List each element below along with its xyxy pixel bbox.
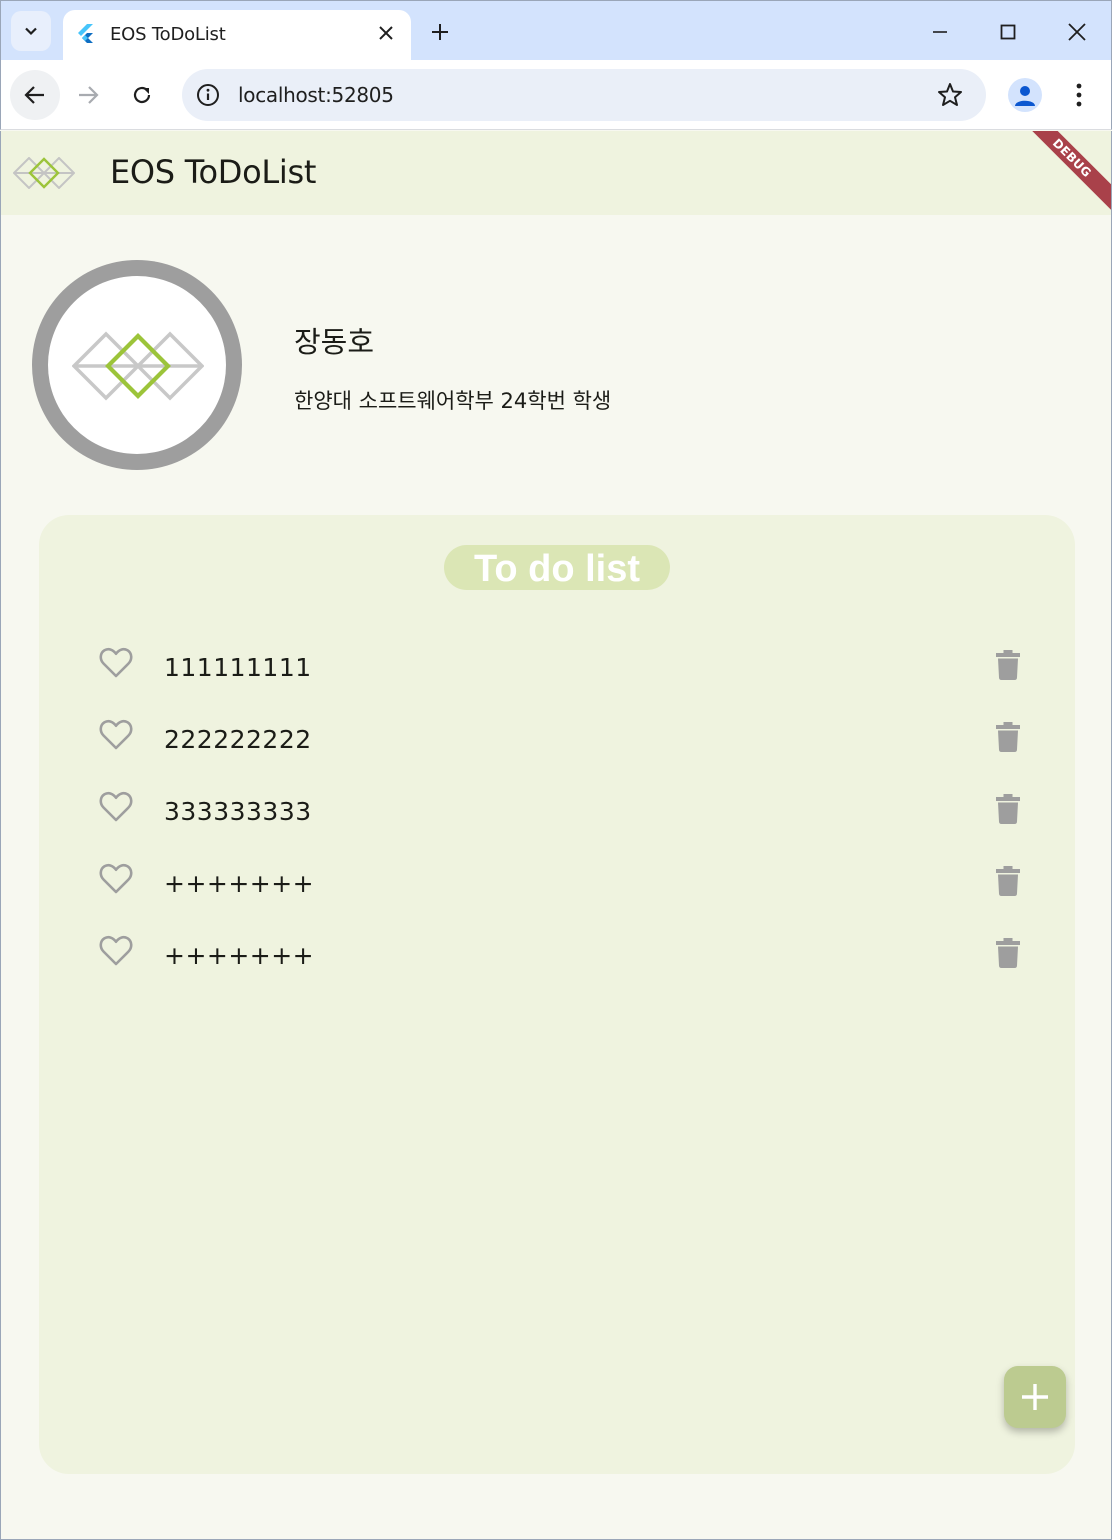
arrow-left-icon (24, 86, 44, 104)
app-bar: EOS ToDoList DEBUG (0, 131, 1112, 215)
app-body: 장동호 한양대 소프트웨어학부 24학번 학생 To do list 11111… (0, 215, 1112, 1540)
todo-item: +++++++ (39, 851, 1075, 923)
reload-icon (133, 86, 151, 104)
todo-list: 111111111 222222222 333333333 +++++++ ++ (39, 635, 1075, 995)
trash-icon[interactable] (996, 650, 1020, 680)
avatar (32, 260, 242, 470)
todo-item-text: 111111111 (164, 653, 312, 682)
todo-item: 222222222 (39, 707, 1075, 779)
chevron-down-icon (25, 27, 37, 36)
browser-tab-active[interactable]: EOS ToDoList (63, 10, 411, 61)
new-tab-button[interactable] (427, 19, 453, 45)
close-icon (379, 26, 393, 40)
todo-item: 111111111 (39, 635, 1075, 707)
heart-outline-icon[interactable] (99, 719, 133, 751)
profile-name: 장동호 (294, 325, 375, 359)
todo-item-text: 222222222 (164, 725, 312, 754)
browser-menu-button[interactable] (1065, 80, 1093, 110)
reload-button[interactable] (117, 70, 167, 120)
window-maximize-button[interactable] (993, 17, 1023, 47)
bookmark-star-icon[interactable] (936, 81, 964, 109)
debug-banner: DEBUG (1012, 131, 1111, 215)
flutter-icon (78, 24, 93, 43)
arrow-right-icon (79, 86, 99, 104)
trash-icon[interactable] (996, 938, 1020, 968)
person-icon (1015, 86, 1035, 106)
back-button[interactable] (10, 70, 60, 120)
todo-title: To do list (444, 545, 670, 590)
plus-icon (1022, 1384, 1048, 1410)
app-title: EOS ToDoList (110, 153, 317, 191)
avatar-inner (48, 276, 226, 454)
todo-item-text: +++++++ (164, 941, 315, 970)
eos-logo-icon (13, 157, 75, 189)
add-todo-button[interactable] (1004, 1366, 1066, 1428)
maximize-icon (1000, 24, 1016, 40)
url-text[interactable]: localhost:52805 (238, 83, 394, 107)
eos-logo-icon (72, 331, 204, 401)
forward-button[interactable] (63, 70, 113, 120)
browser-toolbar: localhost:52805 (0, 60, 1112, 130)
info-icon[interactable] (196, 83, 220, 107)
heart-outline-icon[interactable] (99, 863, 133, 895)
profile-description: 한양대 소프트웨어학부 24학번 학생 (294, 389, 612, 413)
tab-close-button[interactable] (375, 22, 397, 44)
heart-outline-icon[interactable] (99, 647, 133, 679)
trash-icon[interactable] (996, 722, 1020, 752)
todo-card: To do list 111111111 222222222 333333333… (39, 515, 1075, 1474)
address-bar[interactable]: localhost:52805 (182, 69, 986, 121)
minimize-icon (933, 31, 947, 33)
todo-item: +++++++ (39, 923, 1075, 995)
trash-icon[interactable] (996, 866, 1020, 896)
trash-icon[interactable] (996, 794, 1020, 824)
profile-button[interactable] (1008, 78, 1042, 112)
window-minimize-button[interactable] (925, 17, 955, 47)
todo-item-text: 333333333 (164, 797, 312, 826)
tab-search-button[interactable] (11, 11, 51, 51)
window-close-button[interactable] (1062, 17, 1092, 47)
heart-outline-icon[interactable] (99, 935, 133, 967)
todo-item: 333333333 (39, 779, 1075, 851)
heart-outline-icon[interactable] (99, 791, 133, 823)
tab-title: EOS ToDoList (110, 24, 226, 45)
plus-icon (432, 24, 448, 40)
todo-item-text: +++++++ (164, 869, 315, 898)
more-vert-icon (1076, 83, 1082, 107)
close-icon (1068, 23, 1086, 41)
browser-tabstrip: EOS ToDoList (0, 0, 1112, 61)
